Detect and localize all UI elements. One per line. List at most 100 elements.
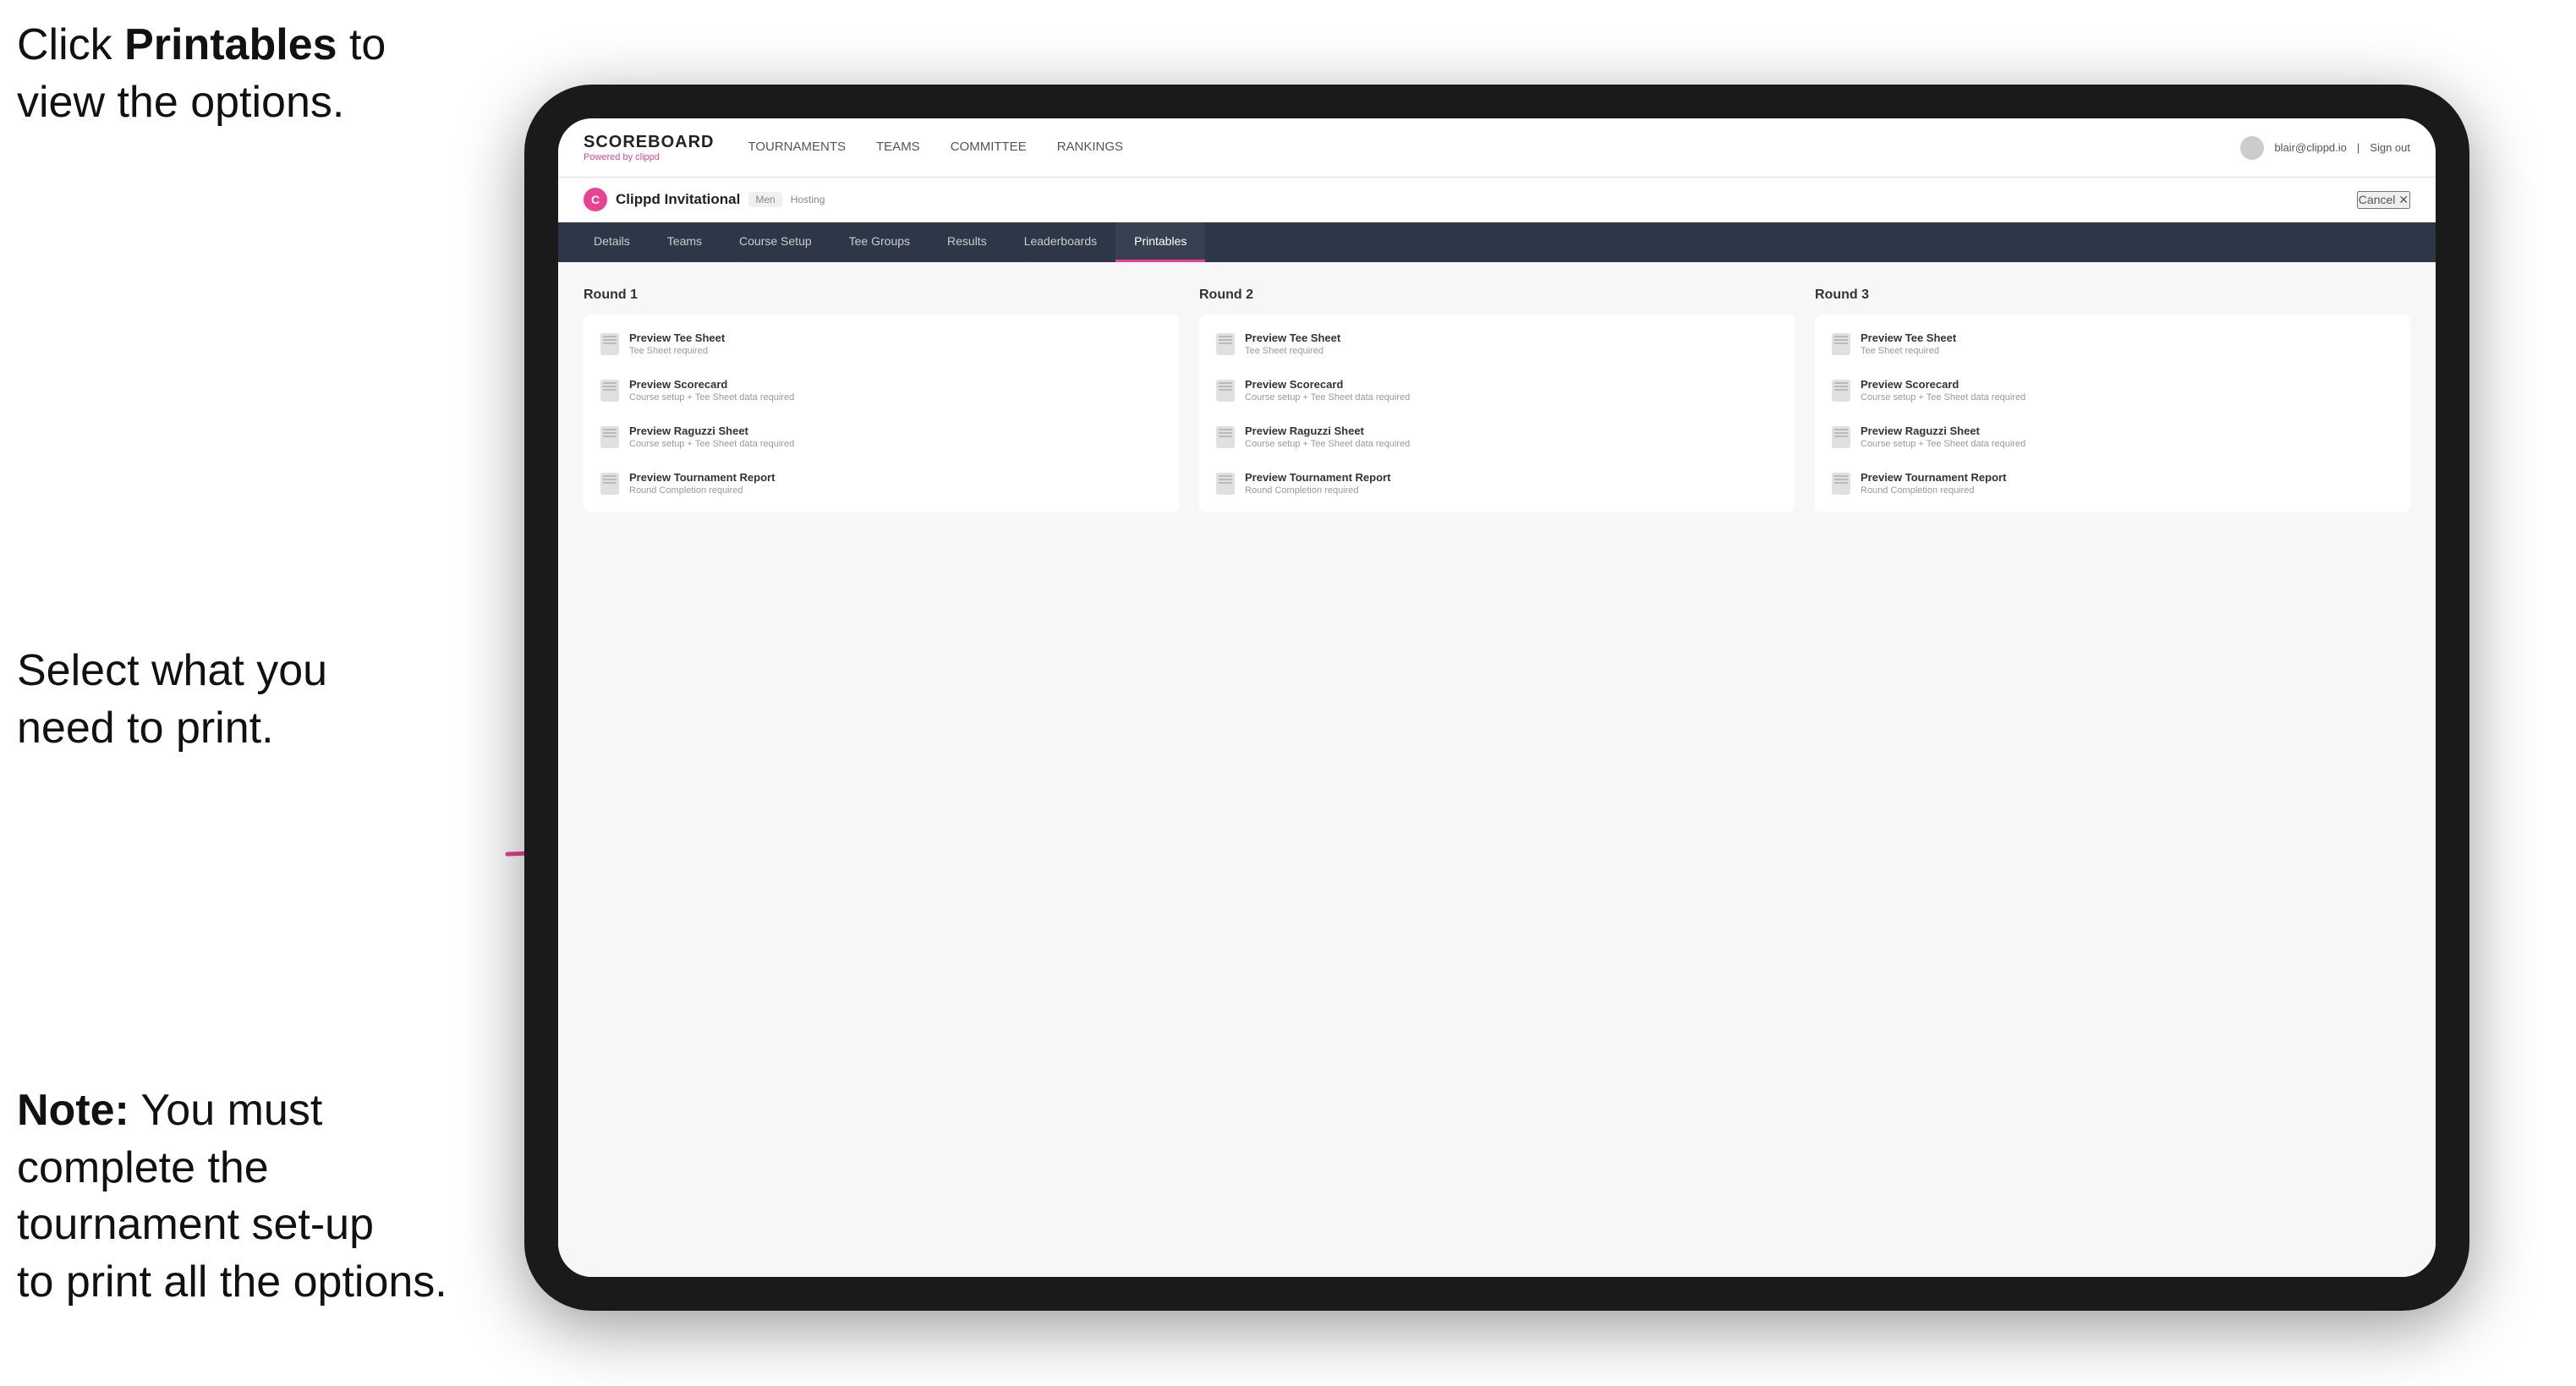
sign-out-separator: | [2357, 141, 2360, 154]
print-item-icon-r1-i2 [600, 380, 619, 402]
round-column-2: Round 2 Preview Tee Sheet Tee Sheet requir… [1199, 288, 1795, 512]
print-item-text-r1-i4: Preview Tournament ReportRound Completio… [629, 471, 775, 496]
print-item-text-r1-i2: Preview ScorecardCourse setup + Tee Shee… [629, 378, 794, 403]
round-3-items: Preview Tee SheetTee Sheet requiredPrevi… [1815, 315, 2410, 512]
nav-right: blair@clippd.io | Sign out [2240, 136, 2410, 160]
tournament-header: C Clippd Invitational Men Hosting Cancel… [558, 178, 2436, 222]
nav-teams[interactable]: TEAMS [876, 136, 920, 159]
cancel-button[interactable]: Cancel ✕ [2357, 191, 2410, 209]
top-nav: SCOREBOARD Powered by clippd TOURNAMENTS… [558, 118, 2436, 178]
annotation-top: Click Printables toview the options. [17, 17, 386, 131]
print-item-r1-i3[interactable]: Preview Raguzzi Sheet Course setup + Tee … [590, 414, 1172, 459]
logo-text: SCOREBOARD [584, 133, 714, 152]
print-item-r3-i3[interactable]: Preview Raguzzi Sheet Course setup + Tee … [1822, 414, 2403, 459]
print-item-icon-r1-i3 [600, 426, 619, 448]
print-item-subtitle-r2-i3: Course setup + Tee Sheet data required [1245, 439, 1410, 449]
print-item-text-r2-i2: Preview ScorecardCourse setup + Tee Shee… [1245, 378, 1410, 403]
round-2-items: Preview Tee SheetTee Sheet requiredPrevi… [1199, 315, 1795, 512]
print-item-title-r1-i1: Preview Tee Sheet [629, 331, 725, 344]
user-email: blair@clippd.io [2274, 141, 2346, 154]
print-item-subtitle-r3-i1: Tee Sheet required [1861, 346, 1956, 356]
print-item-subtitle-r2-i1: Tee Sheet required [1245, 346, 1340, 356]
print-item-text-r3-i2: Preview ScorecardCourse setup + Tee Shee… [1861, 378, 2025, 403]
print-item-subtitle-r1-i4: Round Completion required [629, 485, 775, 496]
print-item-title-r3-i1: Preview Tee Sheet [1861, 331, 1956, 344]
print-item-title-r3-i4: Preview Tournament Report [1861, 471, 2006, 484]
round-1-title: Round 1 [584, 288, 1179, 303]
tournament-badge: Men [748, 192, 781, 207]
tab-teams[interactable]: Teams [649, 222, 721, 262]
print-item-icon-r1-i4 [600, 473, 619, 495]
print-item-r1-i4[interactable]: Preview Tournament ReportRound Completio… [590, 461, 1172, 506]
print-item-text-r1-i3: Preview Raguzzi Sheet Course setup + Tee … [629, 425, 794, 449]
print-item-subtitle-r1-i3: Course setup + Tee Sheet data required [629, 439, 794, 449]
print-item-title-r2-i1: Preview Tee Sheet [1245, 331, 1340, 344]
tournament-icon: C [584, 188, 607, 211]
tab-course-setup[interactable]: Course Setup [721, 222, 830, 262]
tournament-title: C Clippd Invitational Men Hosting [584, 188, 825, 211]
app-container: SCOREBOARD Powered by clippd TOURNAMENTS… [558, 118, 2436, 1277]
round-column-3: Round 3 Preview Tee Sheet Tee Sheet requir… [1815, 288, 2410, 512]
print-item-icon-r2-i2 [1216, 380, 1235, 402]
logo-area: SCOREBOARD Powered by clippd [584, 133, 714, 162]
hosting-badge: Hosting [791, 194, 825, 205]
print-item-text-r3-i3: Preview Raguzzi Sheet Course setup + Tee … [1861, 425, 2025, 449]
user-avatar [2240, 136, 2264, 160]
print-item-title-r2-i3: Preview Raguzzi Sheet [1245, 425, 1410, 437]
print-item-icon-r3-i1 [1832, 333, 1850, 355]
print-item-icon-r2-i3 [1216, 426, 1235, 448]
print-item-icon-r3-i4 [1832, 473, 1850, 495]
print-item-title-r3-i3: Preview Raguzzi Sheet [1861, 425, 2025, 437]
print-item-icon-r2-i1 [1216, 333, 1235, 355]
print-item-icon-r1-i1 [600, 333, 619, 355]
print-item-title-r1-i2: Preview Scorecard [629, 378, 794, 391]
print-item-text-r2-i4: Preview Tournament ReportRound Completio… [1245, 471, 1390, 496]
print-item-r3-i4[interactable]: Preview Tournament ReportRound Completio… [1822, 461, 2403, 506]
print-item-title-r1-i3: Preview Raguzzi Sheet [629, 425, 794, 437]
print-item-r1-i1[interactable]: Preview Tee Sheet Tee Sheet required [590, 321, 1172, 366]
print-item-r2-i4[interactable]: Preview Tournament ReportRound Completio… [1206, 461, 1788, 506]
sub-tabs: Details Teams Course Setup Tee Groups Re… [558, 222, 2436, 262]
nav-committee[interactable]: COMMITTEE [951, 136, 1027, 159]
print-item-r2-i3[interactable]: Preview Raguzzi Sheet Course setup + Tee … [1206, 414, 1788, 459]
sign-out-link[interactable]: Sign out [2370, 141, 2410, 154]
annotation-middle: Select what youneed to print. [17, 643, 327, 757]
tab-results[interactable]: Results [929, 222, 1006, 262]
round-2-title: Round 2 [1199, 288, 1795, 303]
print-item-r2-i1[interactable]: Preview Tee Sheet Tee Sheet required [1206, 321, 1788, 366]
logo-sub: Powered by clippd [584, 152, 714, 162]
print-item-text-r1-i1: Preview Tee Sheet Tee Sheet required [629, 331, 725, 356]
print-item-icon-r3-i2 [1832, 380, 1850, 402]
round-1-items: Preview Tee SheetTee Sheet requiredPrevi… [584, 315, 1179, 512]
print-item-text-r2-i3: Preview Raguzzi Sheet Course setup + Tee … [1245, 425, 1410, 449]
nav-tournaments[interactable]: TOURNAMENTS [748, 136, 846, 159]
print-item-r3-i2[interactable]: Preview ScorecardCourse setup + Tee Shee… [1822, 368, 2403, 413]
annotation-bottom-bold: Note: [17, 1086, 129, 1135]
print-item-subtitle-r1-i1: Tee Sheet required [629, 346, 725, 356]
print-item-r1-i2[interactable]: Preview ScorecardCourse setup + Tee Shee… [590, 368, 1172, 413]
print-item-subtitle-r3-i4: Round Completion required [1861, 485, 2006, 496]
print-item-title-r2-i4: Preview Tournament Report [1245, 471, 1390, 484]
tab-printables[interactable]: Printables [1115, 222, 1205, 262]
round-column-1: Round 1 Preview Tee Sheet Tee Sheet requir… [584, 288, 1179, 512]
nav-rankings[interactable]: RANKINGS [1057, 136, 1123, 159]
round-3-title: Round 3 [1815, 288, 2410, 303]
print-item-icon-r3-i3 [1832, 426, 1850, 448]
print-item-text-r3-i1: Preview Tee Sheet Tee Sheet required [1861, 331, 1956, 356]
print-item-r2-i2[interactable]: Preview ScorecardCourse setup + Tee Shee… [1206, 368, 1788, 413]
print-item-text-r3-i4: Preview Tournament ReportRound Completio… [1861, 471, 2006, 496]
print-item-subtitle-r1-i2: Course setup + Tee Sheet data required [629, 392, 794, 403]
main-content: Round 1 Preview Tee Sheet Tee Sheet requir… [558, 262, 2436, 1277]
annotation-bottom: Note: You mustcomplete thetournament set… [17, 1082, 447, 1311]
tab-leaderboards[interactable]: Leaderboards [1006, 222, 1115, 262]
print-item-text-r2-i1: Preview Tee Sheet Tee Sheet required [1245, 331, 1340, 356]
tab-tee-groups[interactable]: Tee Groups [830, 222, 929, 262]
print-item-subtitle-r3-i3: Course setup + Tee Sheet data required [1861, 439, 2025, 449]
tablet-frame: SCOREBOARD Powered by clippd TOURNAMENTS… [524, 85, 2469, 1311]
print-item-icon-r2-i4 [1216, 473, 1235, 495]
tab-details[interactable]: Details [575, 222, 649, 262]
print-item-r3-i1[interactable]: Preview Tee Sheet Tee Sheet required [1822, 321, 2403, 366]
rounds-grid: Round 1 Preview Tee Sheet Tee Sheet requir… [584, 288, 2410, 512]
print-item-title-r2-i2: Preview Scorecard [1245, 378, 1410, 391]
print-item-subtitle-r2-i4: Round Completion required [1245, 485, 1390, 496]
